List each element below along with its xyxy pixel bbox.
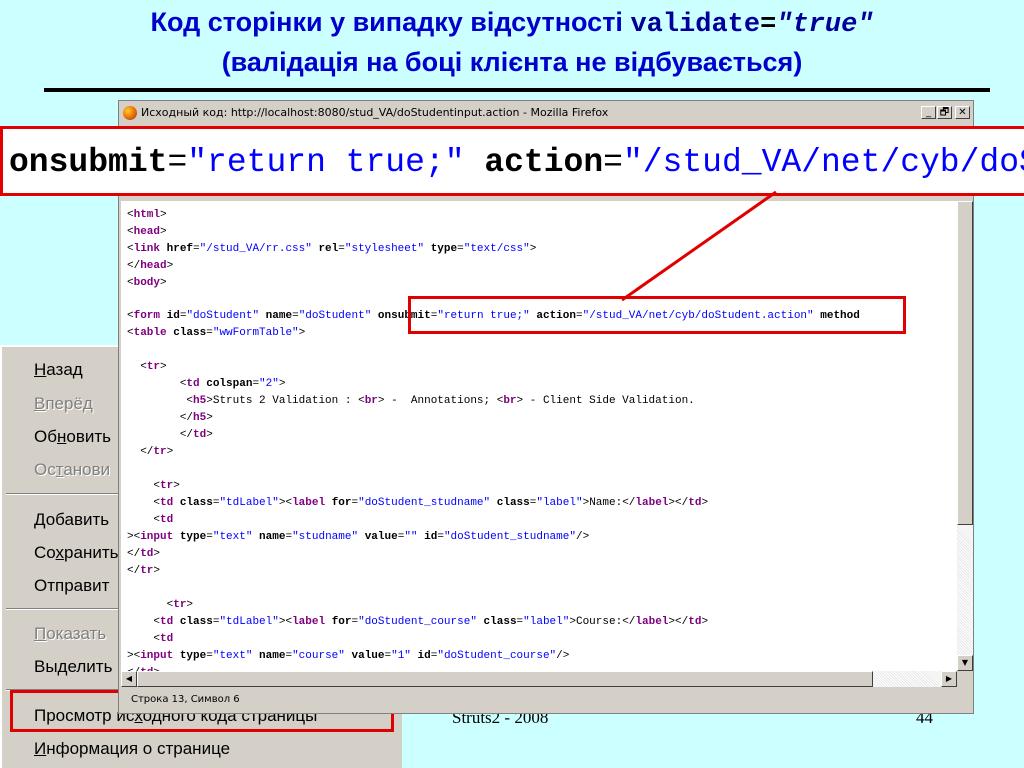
callout-line [621,190,777,302]
pointer-line [621,190,777,302]
